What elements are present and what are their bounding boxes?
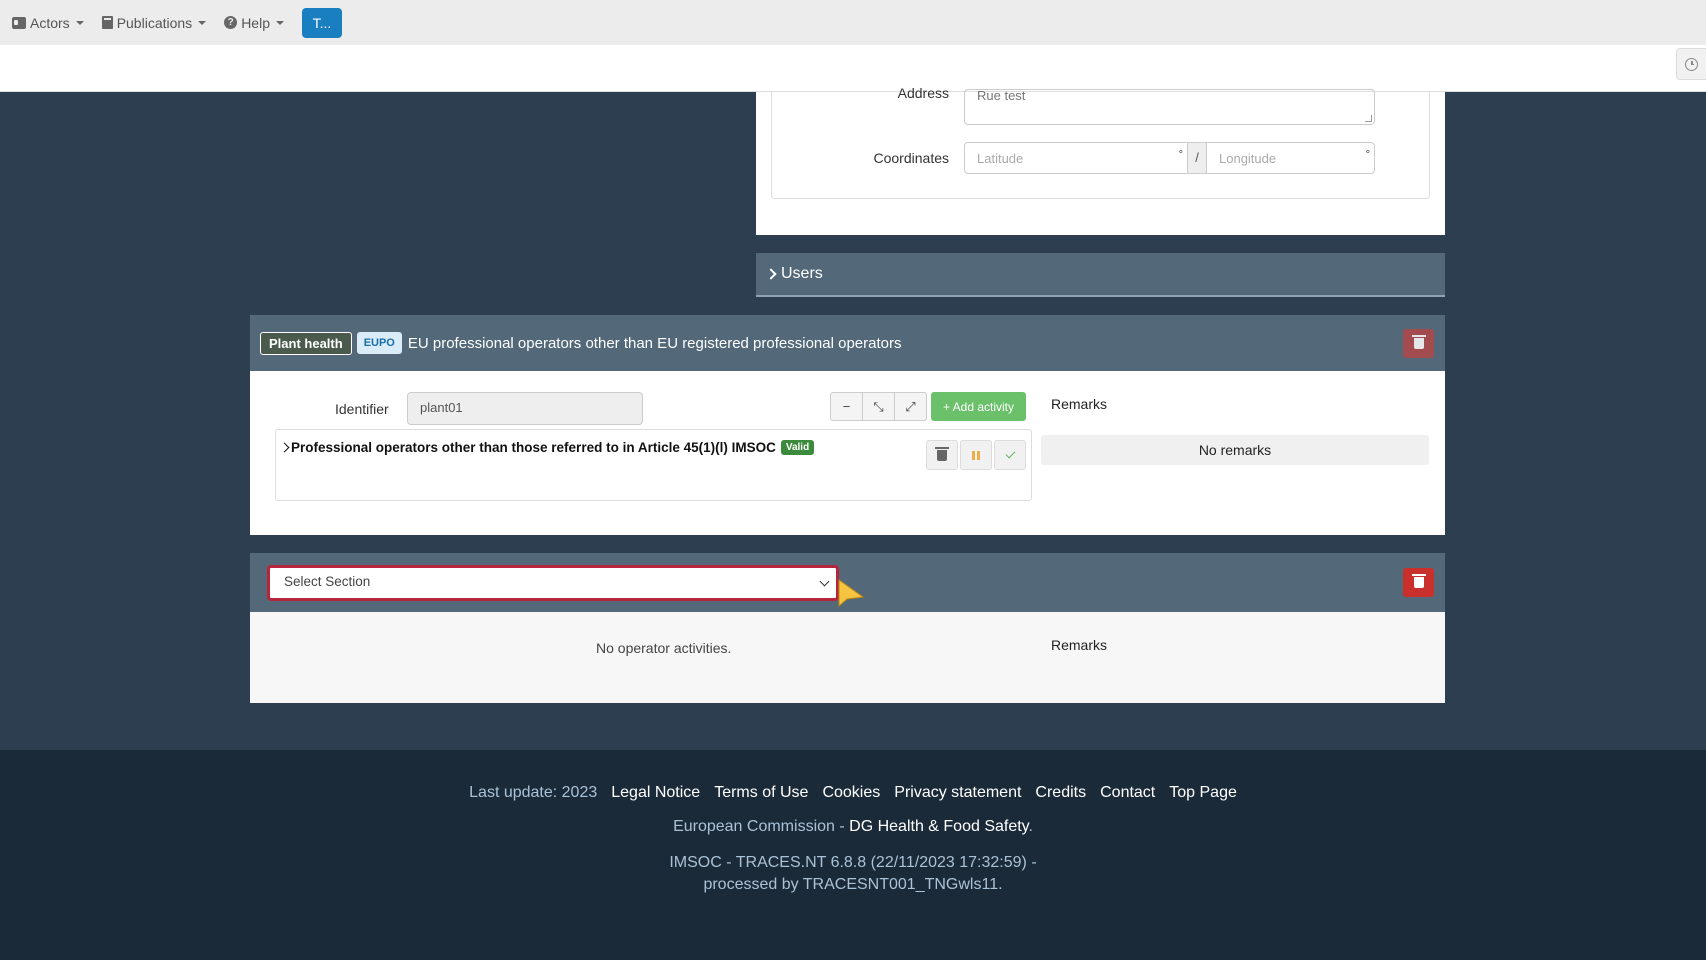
check-icon [1005, 448, 1015, 459]
delete-section-button[interactable] [1403, 329, 1434, 358]
mouse-pointer-icon [838, 579, 865, 608]
nav-actors[interactable]: Actors [12, 15, 84, 31]
address-value: Rue test [977, 89, 1026, 103]
nav-help[interactable]: ? Help [224, 15, 284, 31]
footer-link-contact[interactable]: Contact [1100, 784, 1155, 802]
latitude-placeholder: Latitude [977, 151, 1024, 166]
remarks-label: Remarks [1051, 637, 1108, 653]
footer-commission-line: European Commission - DG Health & Food S… [0, 818, 1706, 836]
version-line-2: processed by TRACESNT001_TNGwls11. [703, 876, 1003, 893]
delete-activity-button[interactable] [926, 440, 958, 470]
footer-link-terms[interactable]: Terms of Use [714, 784, 808, 802]
trash-icon [1411, 574, 1426, 588]
status-badge: Valid [780, 440, 815, 455]
footer-link-credits[interactable]: Credits [1035, 784, 1086, 802]
remarks-label: Remarks [1051, 396, 1108, 412]
footer-links: Last update: 2023 Legal Notice Terms of … [0, 784, 1706, 802]
footer-link-legal[interactable]: Legal Notice [611, 784, 700, 802]
plant-health-section-header: Plant health EUPO EU professional operat… [250, 315, 1445, 371]
eupo-badge: EUPO [356, 332, 402, 354]
footer-link-cookies[interactable]: Cookies [822, 784, 880, 802]
caret-down-icon [275, 20, 284, 25]
id-card-icon [12, 16, 26, 29]
history-button[interactable] [1676, 48, 1706, 80]
caret-down-icon [75, 20, 84, 25]
commission-text: European Commission - [673, 818, 850, 835]
sub-header-bar [0, 45, 1706, 92]
users-label: Users [781, 265, 823, 282]
chevron-right-icon [279, 442, 290, 453]
add-activity-button[interactable]: + Add activity [931, 392, 1026, 421]
coordinates-label: Coordinates [873, 150, 950, 166]
address-panel: Address Rue test Coordinates Latitude ° … [756, 85, 1445, 235]
compress-button[interactable]: ⤡ [862, 392, 895, 421]
clock-icon [1685, 57, 1698, 71]
compress-icon: ⤡ [873, 398, 884, 414]
plant-health-badge: Plant health [260, 331, 352, 355]
activity-item: Professional operators other than those … [275, 429, 1032, 501]
longitude-input[interactable]: Longitude ° [1206, 142, 1375, 174]
new-section-body: No operator activities. Remarks [250, 612, 1445, 703]
question-circle-icon: ? [224, 16, 238, 29]
resize-handle[interactable] [1365, 115, 1372, 122]
latitude-degree: ° [1178, 149, 1183, 161]
no-activities-text: No operator activities. [596, 640, 732, 656]
chevron-down-icon [819, 576, 830, 587]
validate-activity-button[interactable] [994, 440, 1026, 470]
nav-publications-label: Publications [116, 14, 193, 31]
trash-icon [1411, 335, 1426, 349]
latitude-input[interactable]: Latitude ° [964, 142, 1188, 174]
activity-toggle[interactable]: Professional operators other than those … [279, 440, 815, 455]
caret-down-icon [198, 20, 207, 25]
expand-button[interactable]: ⤢ [894, 392, 927, 421]
users-section-toggle[interactable]: Users [756, 253, 1445, 297]
dg-link[interactable]: DG Health & Food Safety [849, 818, 1028, 835]
footer-link-top[interactable]: Top Page [1169, 784, 1237, 802]
delete-new-section-button[interactable] [1403, 568, 1434, 597]
longitude-placeholder: Longitude [1219, 151, 1277, 166]
expand-icon: ⤢ [905, 398, 916, 414]
book-icon [101, 16, 113, 29]
activity-title: Professional operators other than those … [291, 440, 776, 455]
footer-link-privacy[interactable]: Privacy statement [894, 784, 1021, 802]
version-line-1: IMSOC - TRACES.NT 6.8.8 (22/11/2023 17:3… [669, 854, 1037, 871]
collapse-button[interactable]: − [830, 392, 863, 421]
plant-health-section-body: Identifier plant01 − ⤡ ⤢ + Add activity … [250, 371, 1445, 535]
nav-actors-label: Actors [30, 14, 70, 31]
identifier-label: Identifier [335, 401, 389, 417]
footer-dot: . [1028, 818, 1033, 835]
section-select-value: Select Section [284, 574, 371, 589]
pause-icon [972, 450, 980, 460]
no-remarks-text: No remarks [1041, 435, 1429, 465]
section-title: EU professional operators other than EU … [407, 334, 902, 352]
footer: Last update: 2023 Legal Notice Terms of … [0, 750, 1706, 960]
identifier-input[interactable]: plant01 [407, 392, 643, 425]
minus-icon: − [842, 399, 851, 414]
address-label: Address [897, 85, 949, 101]
chevron-right-icon [765, 268, 777, 280]
user-menu-button[interactable]: T... [301, 7, 342, 38]
suspend-activity-button[interactable] [960, 440, 992, 470]
last-update-text: Last update: 2023 [469, 784, 598, 801]
nav-help-label: Help [241, 14, 270, 31]
nav-publications[interactable]: Publications [101, 14, 207, 31]
address-textarea[interactable]: Rue test [964, 89, 1375, 125]
section-select[interactable]: Select Section [267, 565, 839, 601]
coordinate-separator: / [1188, 142, 1206, 174]
longitude-degree: ° [1365, 149, 1370, 161]
address-box: Address Rue test Coordinates Latitude ° … [771, 85, 1430, 199]
trash-icon [935, 446, 949, 461]
top-navbar: Actors Publications ? Help T... [0, 0, 1706, 45]
